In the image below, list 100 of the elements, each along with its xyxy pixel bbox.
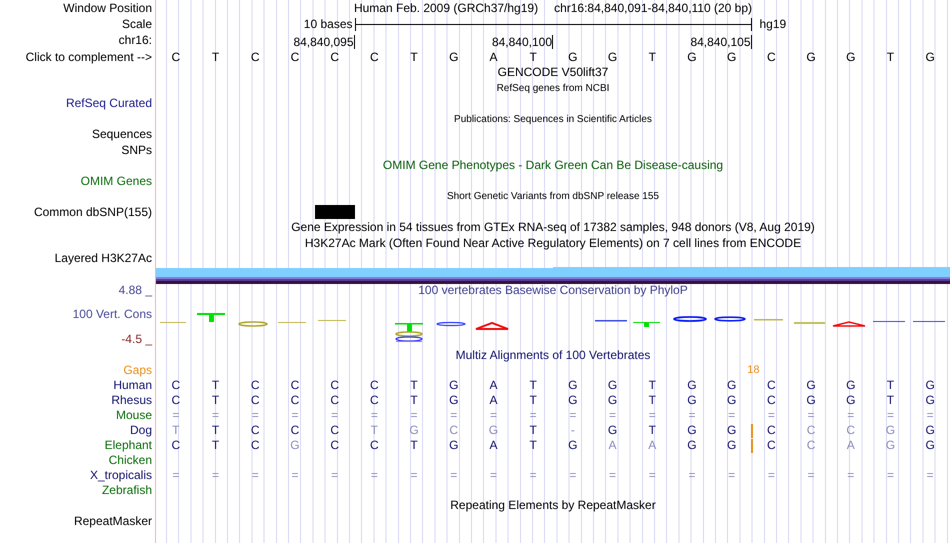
aligned-base: = [212,468,220,482]
axis-max-label: 4.88 _ [118,284,152,296]
aligned-base: = [252,468,259,482]
aligned-base: C [767,378,776,392]
aligned-base: T [212,378,220,392]
aligned-base: G [846,378,856,392]
base-letter[interactable]: A [474,49,514,65]
complement-link[interactable]: Click to complement --> [26,50,152,64]
aligned-base: G [568,438,578,452]
aligned-base: T [529,423,537,437]
track-title: 100 vertebrates Basewise Conservation by PhyloP [418,284,688,296]
aligned-base: C [250,438,260,452]
aligned-base: = [212,408,220,422]
base-letter[interactable]: T [513,49,553,65]
aligned-base: G [806,393,816,407]
aligned-base: T [529,393,537,407]
aligned-base: C [846,423,856,437]
base-letter[interactable]: C [156,49,196,65]
aligned-base: C [290,423,300,437]
aligned-base: T [212,393,220,407]
track-label[interactable]: Layered H3K27Ac [54,251,152,265]
base-letter[interactable]: G [910,49,950,65]
aligned-base: C [250,423,260,437]
base-letter[interactable]: G [830,49,871,65]
base-letter[interactable]: C [354,49,394,65]
aligned-base: = [530,468,537,482]
aligned-base: = [450,408,458,422]
aligned-base: = [291,408,298,422]
aligned-base: = [410,408,418,422]
aligned-base: T [886,378,894,392]
aligned-base: G [925,378,935,392]
aligned-base: T [370,423,378,437]
aligned-base: G [290,438,300,452]
track-label[interactable]: RepeatMasker [74,514,152,528]
assembly-label: hg19 [758,16,788,32]
aligned-base: = [569,468,576,482]
species-label[interactable]: Elephant [104,438,152,452]
species-label[interactable]: Mouse [116,408,152,422]
track-title: Gene Expression in 54 tissues from GTEx RNA-seq of 17382 samples, 948 donors (V8, Aug 2019) [291,220,815,236]
base-letter[interactable]: G [434,49,474,65]
aligned-base: T [410,378,418,392]
base-letter[interactable]: T [196,49,236,65]
track-label[interactable]: Common dbSNP(155) [34,204,152,218]
aligned-base: = [172,468,180,482]
species-label[interactable]: Chicken [108,453,152,467]
track-label[interactable]: Sequences [92,127,152,141]
species-label[interactable]: Human [113,378,152,392]
aligned-base: C [370,438,379,452]
aligned-base: C [290,378,300,392]
species-label[interactable]: X_tropicalis [90,468,152,482]
species-label[interactable]: Rhesus [111,393,152,407]
track-label[interactable]: RefSeq Curated [66,96,152,110]
assembly-title: Human Feb. 2009 (GRCh37/hg19) [354,0,538,16]
track-subtitle: RefSeq genes from NCBI [496,82,610,96]
aligned-base: = [847,408,854,422]
base-letter[interactable]: T [394,49,434,65]
base-letter[interactable]: C [752,49,792,65]
aligned-base: C [370,393,379,407]
base-letter[interactable]: C [314,49,354,65]
base-letter[interactable]: G [791,49,831,65]
aligned-base: C [806,438,816,452]
base-letter[interactable]: C [235,49,276,65]
base-letter[interactable]: G [553,49,593,65]
aligned-base: = [252,408,259,422]
aligned-base: T [886,393,894,407]
aligned-base: - [570,423,575,437]
aligned-base: G [488,423,498,437]
aligned-base: = [926,408,934,422]
variant-block[interactable] [314,205,354,220]
base-letter[interactable]: T [632,49,672,65]
track-subtitle: Publications: Sequences in Scientific Articles [454,112,652,126]
track-label[interactable]: 100 Vert. Cons [72,306,152,320]
base-letter[interactable]: T [870,49,910,65]
aligned-base: T [212,438,220,452]
base-letter[interactable]: G [712,49,752,65]
track-title: Repeating Elements by RepeatMasker [450,498,656,514]
base-letter[interactable]: G [592,49,632,65]
aligned-base: C [449,423,458,437]
aligned-base: = [609,408,616,422]
aligned-base: C [172,438,180,452]
aligned-base: = [808,408,815,422]
base-letter[interactable]: G [672,49,712,65]
species-label[interactable]: Dog [130,423,152,437]
aligned-base: = [291,468,298,482]
aligned-base: = [648,408,656,422]
base-letter[interactable]: C [275,49,315,65]
aligned-base: T [648,393,656,407]
aligned-base: G [687,423,697,437]
aligned-base: = [410,468,418,482]
species-label[interactable]: Zebrafish [102,483,152,497]
aligned-base: = [609,468,616,482]
aligned-base: = [926,468,934,482]
aligned-base: C [250,393,260,407]
track-label[interactable]: OMIM Genes [80,174,152,188]
aligned-base: C [767,393,776,407]
aligned-base: T [648,423,656,437]
aligned-base: A [608,438,617,452]
aligned-base: T [172,423,180,437]
track-label[interactable]: SNPs [121,142,152,156]
aligned-base: C [767,438,776,452]
